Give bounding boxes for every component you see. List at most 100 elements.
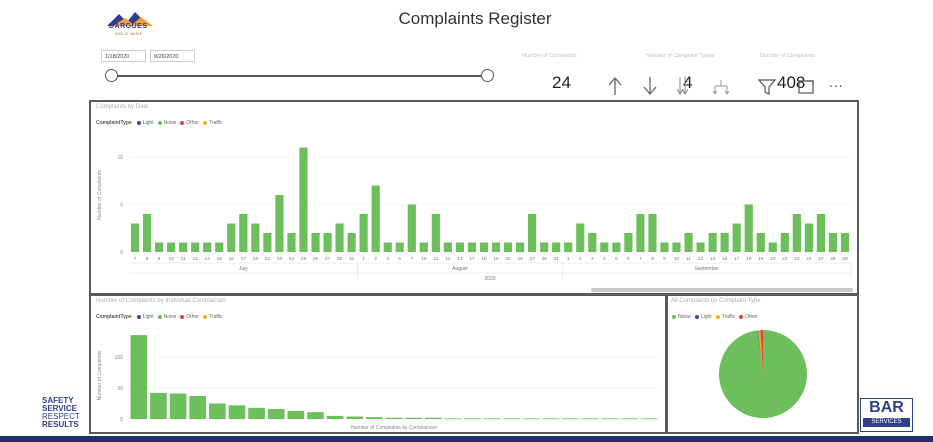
x-tick-label: 18	[481, 256, 487, 262]
month-label: July	[239, 266, 248, 272]
x-tick-label: 12	[445, 256, 451, 262]
bar	[150, 392, 167, 419]
x-tick-label: 1	[567, 256, 570, 262]
x-tick-label: 18	[746, 256, 752, 262]
bar	[792, 214, 801, 252]
filter-icon[interactable]	[758, 78, 776, 96]
kpi-value-complaints: 24	[552, 73, 571, 92]
bar	[347, 233, 356, 252]
month-label: August	[452, 266, 468, 272]
slider-start-handle[interactable]	[105, 69, 118, 82]
bar	[346, 416, 364, 419]
x-tick-label: 3	[386, 256, 389, 262]
bar	[581, 418, 599, 420]
bar	[167, 242, 176, 252]
x-tick-label: 22	[782, 256, 788, 262]
bar	[383, 242, 392, 252]
bar	[335, 223, 344, 252]
x-tick-label: 25	[301, 256, 307, 262]
y-axis-label: Number of Complaints	[97, 170, 103, 220]
bar	[479, 242, 489, 252]
x-tick-label: 20	[770, 256, 776, 262]
x-tick-label: 4	[603, 256, 606, 262]
x-axis-label: Number of Complaints by Complainant	[351, 425, 437, 431]
bar	[395, 242, 404, 252]
bar	[491, 242, 501, 252]
bar	[444, 418, 462, 420]
focus-icon[interactable]	[797, 78, 815, 96]
x-tick-label: 7	[639, 256, 642, 262]
x-tick-label: 27	[529, 256, 535, 262]
bar	[576, 223, 585, 252]
bar	[660, 242, 669, 252]
bar	[208, 403, 226, 419]
arrow-down-icon[interactable]	[642, 76, 658, 96]
x-tick-label: 29	[842, 256, 848, 262]
company-logo: DARGUES GOLD MINE	[105, 10, 157, 38]
bar	[130, 335, 148, 419]
chart-complaints-by-complainant: 0 50 100 Number of Complaints Number of Comp…	[97, 335, 659, 431]
more-options-button[interactable]: ...	[829, 74, 844, 90]
x-tick-label: 10	[674, 256, 680, 262]
x-tick-label: 19	[758, 256, 764, 262]
x-tick-label: 10	[168, 256, 174, 262]
y-tick-label: 10	[117, 155, 123, 161]
slider-end-handle[interactable]	[481, 69, 494, 82]
bar	[248, 407, 265, 419]
x-tick-label: 31	[349, 256, 355, 262]
x-tick-label: 26	[313, 256, 319, 262]
x-tick-label: 14	[205, 256, 211, 262]
hierarchy-icon[interactable]	[712, 78, 730, 96]
x-tick-label: 8	[146, 256, 149, 262]
bar	[326, 415, 344, 419]
x-tick-label: 11	[686, 256, 691, 262]
end-date-input[interactable]: 9/26/2020	[150, 50, 195, 62]
bar-logo-subtext: SERVICES	[863, 418, 910, 427]
bar	[251, 223, 260, 252]
bar	[612, 242, 621, 252]
bar	[780, 233, 789, 252]
bar	[142, 214, 152, 252]
drill-down-icon[interactable]	[676, 76, 690, 96]
bar	[267, 409, 285, 419]
x-tick-label: 17	[734, 256, 740, 262]
bar	[804, 223, 813, 252]
x-tick-label: 10	[421, 256, 427, 262]
bar	[840, 233, 850, 252]
bar	[169, 393, 187, 419]
x-tick-label: 13	[710, 256, 716, 262]
x-tick-label: 7	[410, 256, 413, 262]
page-title: Complaints Register	[398, 9, 552, 28]
y-tick-label: 0	[120, 417, 123, 423]
bar	[371, 185, 380, 252]
bar	[636, 214, 645, 252]
bar	[215, 242, 224, 252]
bar	[542, 418, 560, 420]
x-tick-label: 30	[337, 256, 343, 262]
horizontal-scrollbar[interactable]	[591, 288, 853, 292]
x-tick-label: 16	[229, 256, 235, 262]
month-label: September	[694, 266, 719, 272]
bar	[311, 233, 320, 252]
bar	[621, 418, 638, 420]
bar	[239, 214, 248, 252]
bar-logo-text: BAR	[869, 399, 904, 416]
date-range-slider-track[interactable]	[112, 75, 488, 77]
bar	[600, 242, 609, 252]
bar	[455, 242, 465, 252]
bar	[768, 242, 777, 252]
x-tick-label: 5	[615, 256, 618, 262]
start-date-input[interactable]: 1/18/2020	[101, 50, 146, 62]
x-tick-label: 9	[663, 256, 666, 262]
x-tick-label: 6	[398, 256, 401, 262]
bar-services-logo: BAR SERVICES	[860, 398, 913, 432]
x-tick-label: 22	[265, 256, 271, 262]
x-tick-label: 20	[505, 256, 511, 262]
start-date-value: 1/18/2020	[105, 54, 130, 60]
bar	[443, 242, 452, 252]
bar	[672, 242, 681, 252]
arrow-up-icon[interactable]	[607, 76, 623, 96]
bar	[562, 418, 580, 420]
logo-text: DARGUES	[109, 23, 148, 30]
chart-complaints-by-type	[719, 330, 807, 418]
